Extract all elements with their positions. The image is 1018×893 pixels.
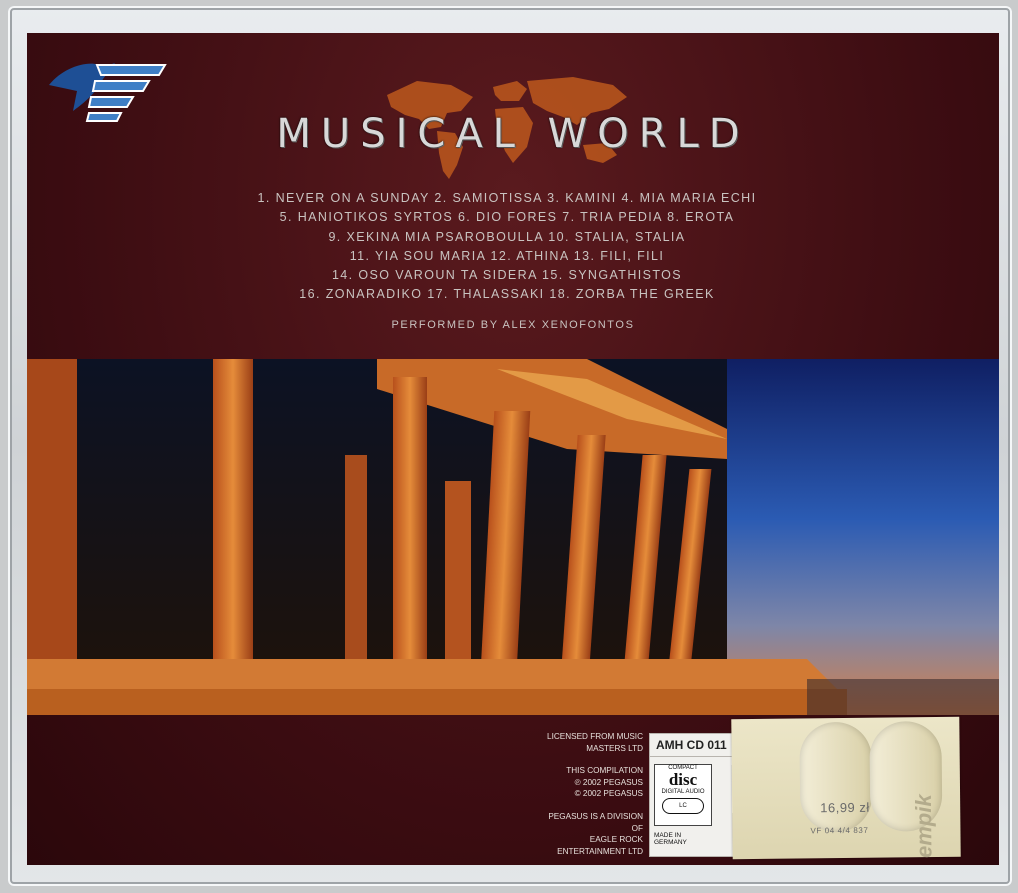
tracklist: 1. NEVER ON A SUNDAY 2. SAMIOTISSA 3. KA… <box>197 189 817 305</box>
price-sticker: 16,99 zł VF 04 4/4 837 empik <box>731 716 961 860</box>
cd-logo-sub: DIGITAL AUDIO <box>661 789 705 795</box>
label-code-badge: LC <box>662 798 704 814</box>
tracklist-line: 16. ZONARADIKO 17. THALASSAKI 18. ZORBA … <box>299 287 715 302</box>
legal-line: EAGLE ROCK ENTERTAINMENT LTD <box>557 835 643 856</box>
tracklist-line: 1. NEVER ON A SUNDAY 2. SAMIOTISSA 3. KA… <box>257 191 757 205</box>
legal-line: ℗ 2002 PEGASUS <box>574 777 643 787</box>
legal-credits: LICENSED FROM MUSIC MASTERS LTD THIS COM… <box>539 731 643 857</box>
tracklist-line: 9. XEKINA MIA PSAROBOULLA 10. STALIA, ST… <box>328 229 686 244</box>
legal-line: PEGASUS IS A DIVISION OF <box>548 811 643 833</box>
legal-line: THIS COMPILATION <box>566 766 643 776</box>
sticker-code: VF 04 4/4 837 <box>810 825 869 836</box>
legal-line: MASTERS LTD <box>586 743 643 753</box>
tracklist-line: 11. YIA SOU MARIA 12. ATHINA 13. FILI, F… <box>349 248 665 263</box>
performer-credit: PERFORMED BY ALEX XENOFONTOS <box>391 319 635 331</box>
legal-line: © 2002 PEGASUS <box>574 789 643 799</box>
cd-back-inlay: MUSICAL WORLD 1. NEVER ON A SUNDAY 2. SA… <box>27 33 999 865</box>
cd-logo-main: disc <box>668 770 698 789</box>
legal-line: LICENSED FROM MUSIC <box>547 732 643 741</box>
parthenon-photo <box>27 359 999 715</box>
sticker-brand: empik <box>911 794 937 859</box>
album-title: MUSICAL WORLD <box>276 111 750 157</box>
sticker-price: 16,99 zł <box>820 799 870 816</box>
compact-disc-logo-icon: COMPACT disc DIGITAL AUDIO LC <box>654 764 712 826</box>
made-in-label: MADE IN GERMANY <box>654 832 687 846</box>
tracklist-line: 14. OSO VAROUN TA SIDERA 15. SYNGATHISTO… <box>331 268 683 283</box>
tracklist-line: 5. HANIOTIKOS SYRTOS 6. DIO FORES 7. TRI… <box>279 210 735 225</box>
